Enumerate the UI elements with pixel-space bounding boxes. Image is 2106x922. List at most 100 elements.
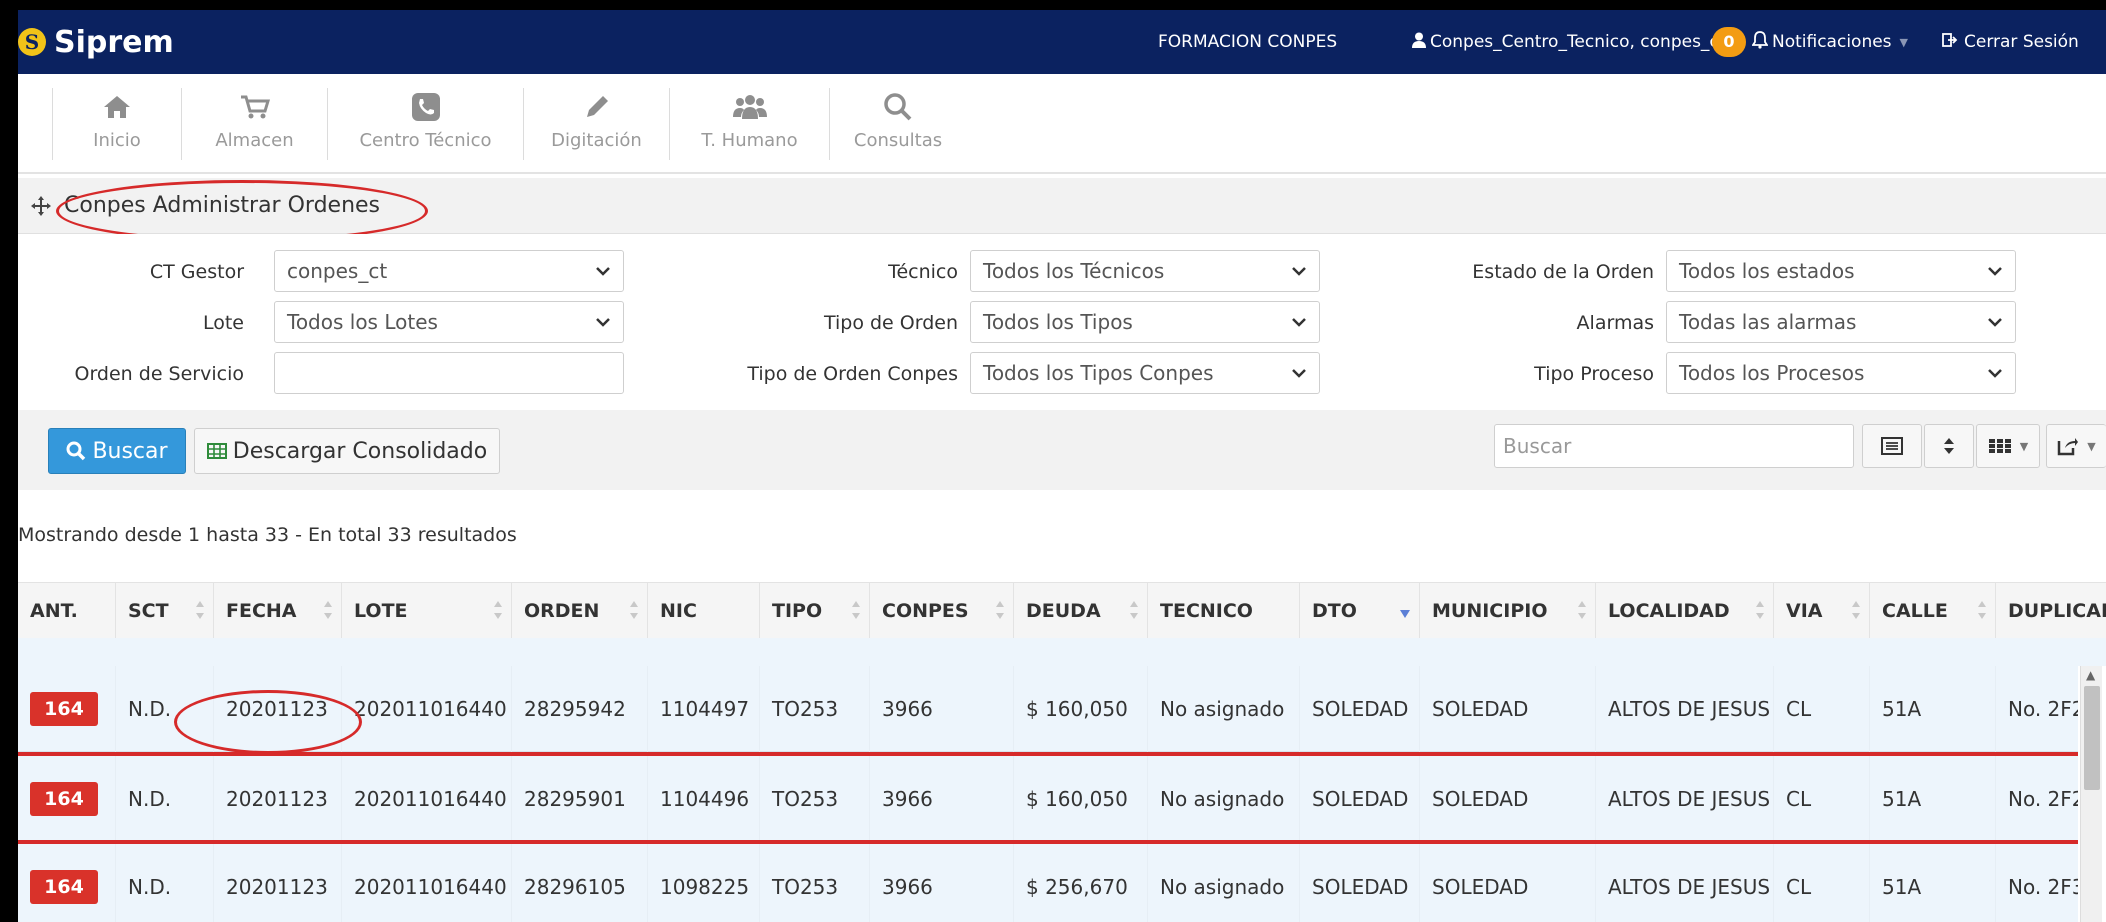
cell-tecnico: No asignado bbox=[1148, 756, 1300, 842]
chevron-down-icon bbox=[1291, 363, 1307, 388]
menu-label: Digitación bbox=[551, 130, 642, 151]
column-header-tecnico[interactable]: TECNICO bbox=[1148, 583, 1300, 639]
column-header-ant[interactable]: ANT. bbox=[18, 583, 116, 639]
menu-item-consultas[interactable]: Consultas bbox=[830, 88, 966, 160]
table-row[interactable]: 164 N.D. 20201123 202011016440 28295901 … bbox=[18, 756, 2078, 842]
column-header-conpes[interactable]: CONPES bbox=[870, 583, 1014, 639]
cell-conpes: 3966 bbox=[870, 756, 1014, 842]
column-header-label: DTO bbox=[1312, 600, 1357, 622]
tipo-orden-conpes-select[interactable]: Todos los Tipos Conpes bbox=[970, 352, 1320, 394]
tipo-proceso-select[interactable]: Todos los Procesos bbox=[1666, 352, 2016, 394]
column-filter-row bbox=[18, 638, 2106, 666]
label-alarmas: Alarmas bbox=[1576, 312, 1654, 334]
cell-municipio: SOLEDAD bbox=[1420, 756, 1596, 842]
cell-dto: SOLEDAD bbox=[1300, 844, 1420, 922]
cell-duplicad: No. 2F2 bbox=[2008, 697, 2078, 721]
menu-item-digitacion[interactable]: Digitación bbox=[524, 88, 670, 160]
cell-fecha: 20201123 bbox=[214, 844, 342, 922]
cell-deuda: $ 160,050 bbox=[1014, 666, 1148, 752]
sort-icon bbox=[493, 599, 503, 626]
logout-link[interactable]: Cerrar Sesión bbox=[1942, 10, 2079, 74]
cell-nic: 1104497 bbox=[648, 666, 760, 752]
chevron-down-icon bbox=[1987, 363, 2003, 388]
column-header-dto[interactable]: DTO bbox=[1300, 583, 1420, 639]
table-row[interactable]: 164 N.D. 20201123 202011016440 28295942 … bbox=[18, 666, 2078, 752]
lote-select[interactable]: Todos los Lotes bbox=[274, 301, 624, 343]
buscar-button[interactable]: Buscar bbox=[48, 428, 186, 474]
ant-badge: 164 bbox=[30, 870, 98, 904]
column-header-sct[interactable]: SCT bbox=[116, 583, 214, 639]
column-header-label: TECNICO bbox=[1160, 600, 1253, 622]
column-header-tipo[interactable]: TIPO bbox=[760, 583, 870, 639]
column-header-deuda[interactable]: DEUDA bbox=[1014, 583, 1148, 639]
select-value: conpes_ct bbox=[287, 259, 388, 283]
descargar-consolidado-button[interactable]: Descargar Consolidado bbox=[194, 428, 500, 474]
search-placeholder: Buscar bbox=[1503, 434, 1572, 458]
ant-badge: 164 bbox=[30, 782, 98, 816]
column-header-label: VIA bbox=[1786, 600, 1823, 622]
orden-servicio-input[interactable] bbox=[274, 352, 624, 394]
export-button[interactable]: ▼ bbox=[2046, 424, 2106, 468]
cell-deuda: $ 160,050 bbox=[1014, 756, 1148, 842]
notifications-menu[interactable]: 0 Notificaciones ▼ bbox=[1712, 10, 1908, 74]
chevron-down-icon bbox=[595, 261, 611, 286]
menu-item-almacen[interactable]: Almacen bbox=[182, 88, 328, 160]
logout-label: Cerrar Sesión bbox=[1964, 32, 2079, 52]
estado-orden-select[interactable]: Todos los estados bbox=[1666, 250, 2016, 292]
brand[interactable]: S Siprem bbox=[18, 22, 174, 62]
cell-localidad: ALTOS DE JESUS bbox=[1596, 666, 1774, 752]
tipo-orden-select[interactable]: Todos los Tipos bbox=[970, 301, 1320, 343]
ct-gestor-select[interactable]: conpes_ct bbox=[274, 250, 624, 292]
table-row[interactable]: 164 N.D. 20201123 202011016440 28296105 … bbox=[18, 844, 2078, 922]
sort-icon bbox=[1943, 436, 1955, 456]
label-tipo-orden: Tipo de Orden bbox=[823, 312, 958, 334]
home-icon bbox=[102, 88, 132, 126]
column-header-label: TIPO bbox=[772, 600, 823, 622]
sort-button[interactable] bbox=[1924, 424, 1974, 468]
tecnico-select[interactable]: Todos los Técnicos bbox=[970, 250, 1320, 292]
menu-item-inicio[interactable]: Inicio bbox=[52, 88, 182, 160]
brand-name: Siprem bbox=[54, 24, 174, 60]
column-header-nic[interactable]: NIC bbox=[648, 583, 760, 639]
column-header-orden[interactable]: ORDEN bbox=[512, 583, 648, 639]
select-value: Todos los Procesos bbox=[1679, 361, 1865, 385]
column-header-localidad[interactable]: LOCALIDAD bbox=[1596, 583, 1774, 639]
column-header-fecha[interactable]: FECHA bbox=[214, 583, 342, 639]
user-menu[interactable]: Conpes_Centro_Tecnico, conpes_ct bbox=[1412, 10, 1725, 74]
alarmas-select[interactable]: Todas las alarmas bbox=[1666, 301, 2016, 343]
cell-fecha: 20201123 bbox=[214, 756, 342, 842]
cell-tipo: TO253 bbox=[760, 756, 870, 842]
org-link[interactable]: FORMACION CONPES bbox=[1158, 10, 1337, 74]
search-icon bbox=[66, 441, 86, 461]
users-icon bbox=[732, 88, 768, 126]
scrollbar-thumb[interactable] bbox=[2084, 686, 2100, 790]
column-header-duplicad[interactable]: DUPLICAD bbox=[1996, 583, 2106, 639]
cell-sct: N.D. bbox=[116, 844, 214, 922]
menu-item-centro-tecnico[interactable]: Centro Técnico bbox=[328, 88, 524, 160]
sort-desc-icon bbox=[1399, 603, 1411, 625]
action-bar: Buscar Descargar Consolidado Buscar ▼ ▼ bbox=[18, 410, 2106, 490]
column-header-label: FECHA bbox=[226, 600, 297, 622]
columns-button[interactable]: ▼ bbox=[1976, 424, 2040, 468]
menu-item-t-humano[interactable]: T. Humano bbox=[670, 88, 830, 160]
menu-label: Centro Técnico bbox=[359, 130, 492, 151]
table-icon bbox=[206, 443, 227, 459]
cell-orden: 28295901 bbox=[512, 756, 648, 842]
vertical-scrollbar[interactable]: ▲ bbox=[2080, 666, 2102, 922]
sort-icon bbox=[995, 599, 1005, 626]
toggle-view-button[interactable] bbox=[1862, 424, 1922, 468]
column-header-lote[interactable]: LOTE bbox=[342, 583, 512, 639]
column-header-municipio[interactable]: MUNICIPIO bbox=[1420, 583, 1596, 639]
table-search-input[interactable]: Buscar bbox=[1494, 424, 1854, 468]
grid-icon bbox=[1988, 438, 2012, 454]
column-header-via[interactable]: VIA bbox=[1774, 583, 1870, 639]
org-name: FORMACION CONPES bbox=[1158, 32, 1338, 52]
orders-table: ANT. SCT FECHA LOTE ORDEN NIC TIPO CONPE… bbox=[18, 582, 2106, 922]
scroll-up-icon[interactable]: ▲ bbox=[2086, 668, 2095, 682]
cell-localidad: ALTOS DE JESUS bbox=[1596, 756, 1774, 842]
cell-sct: N.D. bbox=[116, 756, 214, 842]
sort-icon bbox=[1577, 599, 1587, 626]
column-header-calle[interactable]: CALLE bbox=[1870, 583, 1996, 639]
section-header: Conpes Administrar Ordenes bbox=[18, 178, 2106, 234]
sort-icon bbox=[1851, 599, 1861, 626]
